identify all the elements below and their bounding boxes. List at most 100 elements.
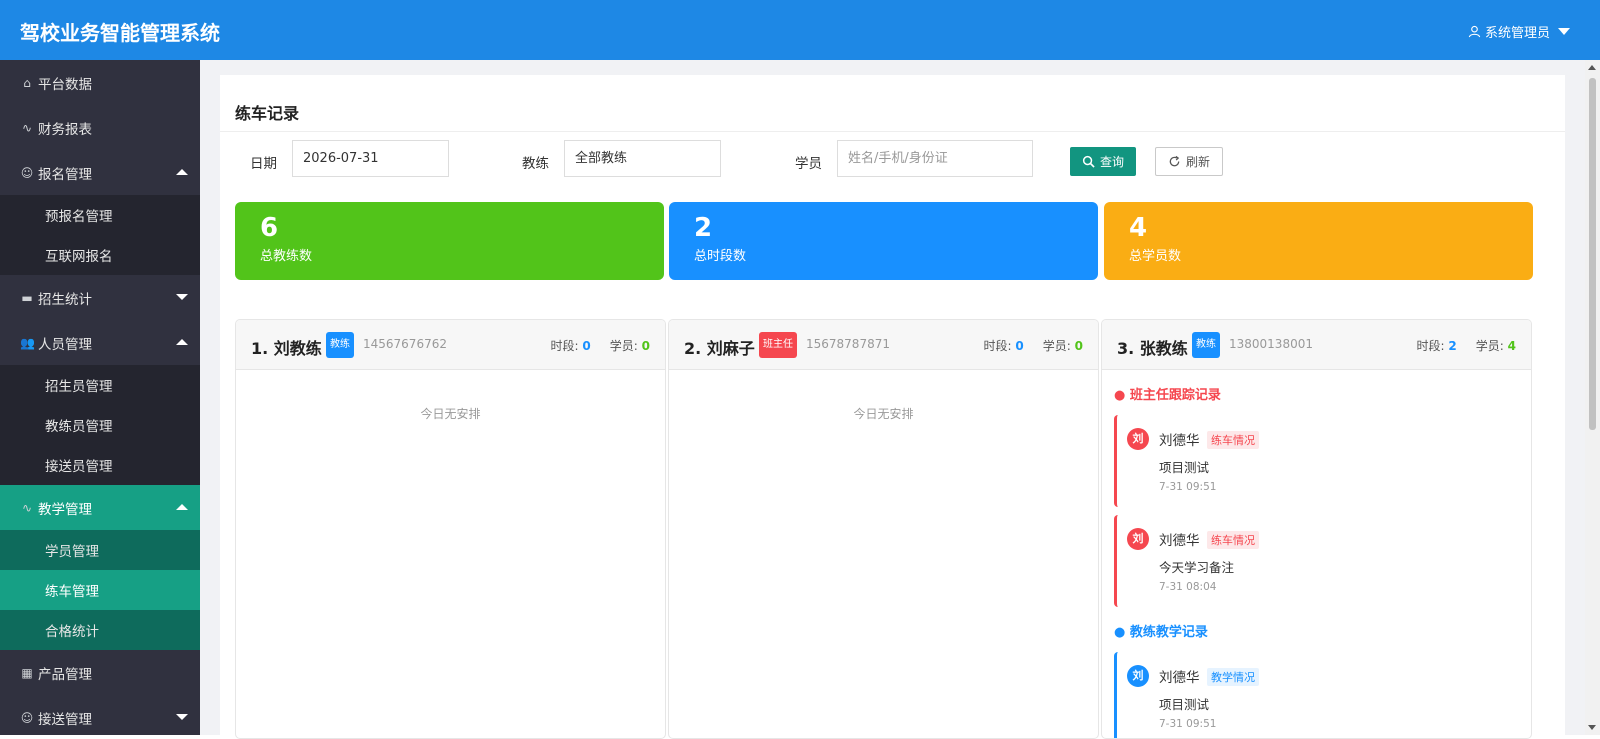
sidebar-item-label: 教学管理 <box>38 501 92 518</box>
sidebar-item-label: 人员管理 <box>38 336 92 353</box>
user-menu[interactable]: 系统管理员 <box>1468 22 1570 41</box>
chevron-up-icon <box>176 504 188 510</box>
chevron-down-icon <box>176 294 188 300</box>
slots-label: 时段: <box>1416 339 1445 353</box>
card-meta: 时段: 0 学员: 0 <box>550 337 650 354</box>
sidebar-item-label: 招生统计 <box>38 291 92 308</box>
record-name: 刘德华 <box>1159 670 1200 686</box>
user-icon <box>1468 25 1481 38</box>
card-meta: 时段: 0 学员: 0 <box>983 337 1083 354</box>
empty-message: 今日无安排 <box>420 407 481 421</box>
stat-label: 总教练数 <box>260 249 313 264</box>
section-title-homeroom: ● 班主任跟踪记录 <box>1114 388 1221 403</box>
sidebar-item-enrollment-stats[interactable]: ▬ 招生统计 <box>0 275 200 320</box>
sidebar-item-shuttle[interactable]: ☺ 接送管理 <box>0 695 200 735</box>
user-name: 系统管理员 <box>1484 26 1550 41</box>
sidebar-item-label: 财务报表 <box>38 121 92 138</box>
card-meta: 时段: 2 学员: 4 <box>1416 337 1516 354</box>
search-icon <box>1082 155 1095 168</box>
record-item[interactable]: 刘 刘德华 练车情况 今天学习备注 7-31 08:04 <box>1114 515 1514 607</box>
vertical-scrollbar[interactable] <box>1585 60 1600 735</box>
date-input[interactable]: 2026-07-31 <box>292 140 449 177</box>
filter-bar: 日期 2026-07-31 教练 全部教练 学员 姓名/手机/身份证 查询 刷新 <box>220 140 1565 180</box>
sidebar-subitem-drivers[interactable]: 接送员管理 <box>0 445 200 485</box>
record-item[interactable]: 刘 刘德华 练车情况 项目测试 7-31 09:51 <box>1114 415 1514 507</box>
sidebar-item-finance-report[interactable]: ∿ 财务报表 <box>0 105 200 150</box>
record-time: 7-31 09:51 <box>1159 481 1217 493</box>
sidebar-subitem-practice[interactable]: 练车管理 <box>0 570 200 610</box>
record-tag: 教学情况 <box>1207 668 1259 686</box>
sidebar-item-label: 报名管理 <box>38 166 92 183</box>
coach-name: 3. 张教练 <box>1117 339 1188 358</box>
query-label: 查询 <box>1099 155 1124 169</box>
sidebar-item-label: 平台数据 <box>38 76 92 93</box>
record-time: 7-31 09:51 <box>1159 718 1217 730</box>
coach-select[interactable]: 全部教练 <box>564 140 721 177</box>
pulse-icon: ∿ <box>21 500 33 515</box>
chevron-up-icon <box>176 339 188 345</box>
students-count: 0 <box>1074 339 1083 353</box>
card-header: 3. 张教练 教练 13800138001 时段: 2 学员: 4 <box>1102 320 1531 370</box>
avatar: 刘 <box>1127 665 1149 687</box>
record-tag: 练车情况 <box>1207 431 1259 449</box>
stat-total-slots: 2 总时段数 <box>669 202 1098 280</box>
record-text: 今天学习备注 <box>1159 560 1235 575</box>
sidebar-subitem-online-registration[interactable]: 互联网报名 <box>0 235 200 275</box>
users-icon: 👥 <box>20 335 35 350</box>
coach-phone: 14567676762 <box>363 337 447 351</box>
coach-phone: 15678787871 <box>806 337 890 351</box>
coach-card: 1. 刘教练 教练 14567676762 时段: 0 学员: 0 今日无安排 <box>235 319 666 739</box>
coach-card: 2. 刘麻子 班主任 15678787871 时段: 0 学员: 0 今日无安排 <box>668 319 1099 739</box>
scroll-up-icon[interactable] <box>1588 65 1596 70</box>
query-button[interactable]: 查询 <box>1070 147 1136 176</box>
stat-value: 4 <box>1129 213 1148 243</box>
role-badge: 教练 <box>1192 332 1220 358</box>
student-label: 学员 <box>795 156 822 172</box>
chat-icon: ▬ <box>21 290 33 305</box>
stat-value: 2 <box>694 213 713 243</box>
sidebar: ⌂ 平台数据 ∿ 财务报表 ☺ 报名管理 预报名管理 互联网报名 ▬ 招生统计 … <box>0 60 200 735</box>
top-bar: 驾校业务智能管理系统 系统管理员 <box>0 0 1600 60</box>
grid-icon: ▦ <box>21 665 33 680</box>
stat-label: 总时段数 <box>694 249 747 264</box>
stat-total-students: 4 总学员数 <box>1104 202 1533 280</box>
student-search-input[interactable]: 姓名/手机/身份证 <box>837 140 1033 177</box>
students-label: 学员: <box>1042 339 1071 353</box>
sidebar-item-registration[interactable]: ☺ 报名管理 <box>0 150 200 195</box>
sidebar-item-products[interactable]: ▦ 产品管理 <box>0 650 200 695</box>
sidebar-item-personnel[interactable]: 👥 人员管理 <box>0 320 200 365</box>
refresh-button[interactable]: 刷新 <box>1155 147 1223 176</box>
scrollbar-thumb[interactable] <box>1589 78 1596 430</box>
chevron-down-icon <box>176 714 188 720</box>
chevron-up-icon <box>176 169 188 175</box>
sidebar-subitem-recruiters[interactable]: 招生员管理 <box>0 365 200 405</box>
pulse-icon: ∿ <box>21 120 33 135</box>
coach-name: 2. 刘麻子 <box>684 339 755 358</box>
user-icon: ☺ <box>20 165 34 180</box>
sidebar-item-platform-data[interactable]: ⌂ 平台数据 <box>0 60 200 105</box>
sidebar-subitem-pass-stats[interactable]: 合格统计 <box>0 610 200 650</box>
role-badge: 班主任 <box>759 332 797 358</box>
caret-down-icon <box>1558 28 1570 35</box>
sidebar-subitem-pre-registration[interactable]: 预报名管理 <box>0 195 200 235</box>
coach-card: 3. 张教练 教练 13800138001 时段: 2 学员: 4 ● 班主任跟… <box>1101 319 1532 739</box>
refresh-icon <box>1169 155 1180 167</box>
main-content: 练车记录 日期 2026-07-31 教练 全部教练 学员 姓名/手机/身份证 … <box>200 60 1585 739</box>
slots-count: 0 <box>1015 339 1024 353</box>
submenu-teaching: 学员管理 练车管理 合格统计 <box>0 530 200 650</box>
sidebar-subitem-coaches[interactable]: 教练员管理 <box>0 405 200 445</box>
card-header: 1. 刘教练 教练 14567676762 时段: 0 学员: 0 <box>236 320 665 370</box>
sidebar-subitem-students[interactable]: 学员管理 <box>0 530 200 570</box>
stat-label: 总学员数 <box>1129 249 1182 264</box>
sidebar-item-teaching[interactable]: ∿ 教学管理 <box>0 485 200 530</box>
scroll-down-icon[interactable] <box>1588 725 1596 730</box>
slots-label: 时段: <box>983 339 1012 353</box>
role-badge: 教练 <box>326 332 354 358</box>
record-tag: 练车情况 <box>1207 531 1259 549</box>
submenu-personnel: 招生员管理 教练员管理 接送员管理 <box>0 365 200 485</box>
user-icon: ☺ <box>20 710 34 725</box>
coach-phone: 13800138001 <box>1229 337 1313 351</box>
record-text: 项目测试 <box>1159 697 1210 712</box>
refresh-label: 刷新 <box>1185 155 1210 169</box>
record-item[interactable]: 刘 刘德华 教学情况 项目测试 7-31 09:51 <box>1114 652 1514 738</box>
